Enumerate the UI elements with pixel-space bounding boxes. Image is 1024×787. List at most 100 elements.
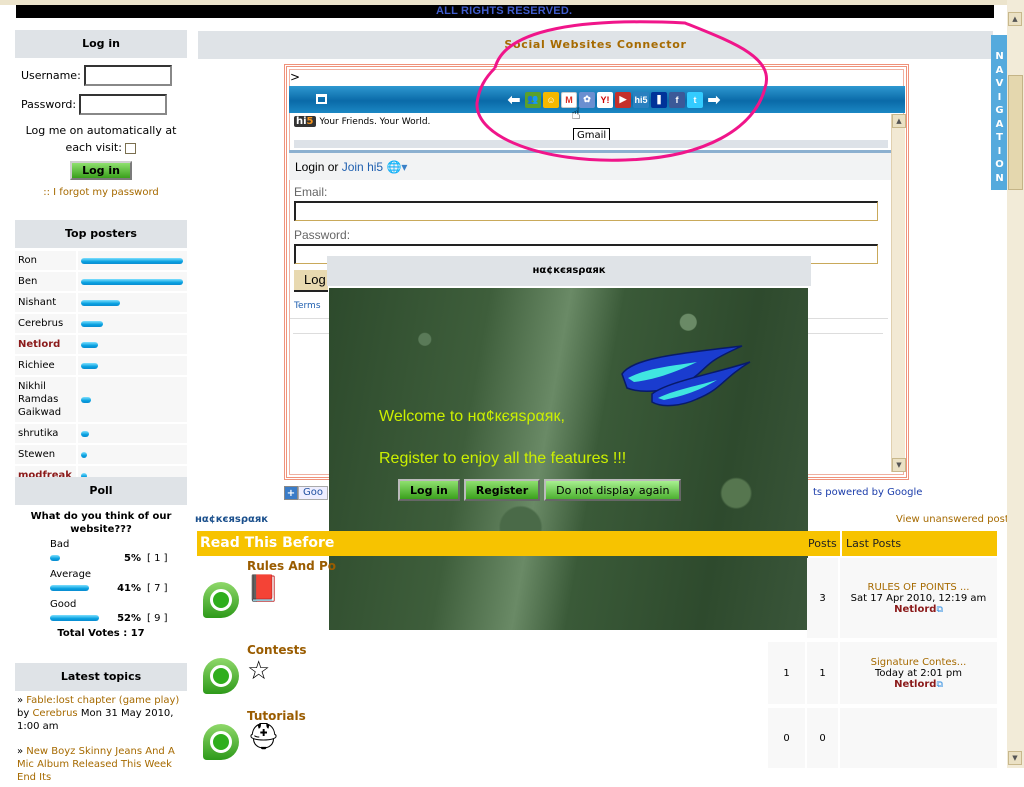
poster-bar: [81, 430, 89, 437]
popup-login-button[interactable]: Log in: [398, 479, 460, 501]
poster-bar: [81, 396, 91, 403]
nav-letter: N: [995, 51, 1004, 62]
password-input[interactable]: [79, 94, 168, 115]
goto-post-icon[interactable]: ⧉: [936, 605, 942, 615]
nav-letter: G: [995, 105, 1004, 116]
goto-post-icon[interactable]: ⧉: [936, 680, 942, 690]
nav-letter: A: [995, 118, 1004, 130]
forum-site-name[interactable]: нα¢кєяѕραяк: [195, 514, 268, 525]
poster-name[interactable]: Cerebrus: [15, 314, 76, 333]
topic-link[interactable]: Fable:lost chapter (game play): [26, 695, 179, 706]
minimize-icon[interactable]: [316, 94, 327, 104]
page-scrollbar[interactable]: ▲ ▼: [1007, 0, 1024, 768]
login-button[interactable]: Log in: [70, 161, 132, 180]
poll-bar: [50, 585, 89, 591]
view-unanswered-link[interactable]: View unanswered posts: [896, 514, 1014, 525]
poster-name[interactable]: Netlord: [15, 335, 76, 354]
powered-by-google[interactable]: ts powered by Google: [813, 487, 922, 498]
forum-status-icon: [203, 582, 239, 618]
poll-option-label: Good: [50, 599, 77, 610]
last-post-title[interactable]: RULES OF POINTS ...: [840, 582, 997, 593]
topics-count: 1: [768, 642, 805, 704]
poll-panel: Poll What do you think of our website???…: [15, 477, 187, 639]
last-posts-column-header: Last Posts: [840, 531, 997, 556]
username-input[interactable]: [83, 65, 172, 86]
do-not-display-button[interactable]: Do not display again: [544, 479, 682, 501]
poster-bar-cell: [78, 377, 187, 422]
scroll-down-button[interactable]: ▼: [1008, 751, 1022, 765]
poster-name[interactable]: Ron: [15, 251, 76, 270]
last-post-title[interactable]: Signature Contes...: [840, 657, 997, 668]
rights-text: ALL RIGHTS RESERVED.: [436, 5, 573, 17]
nav-letter: I: [997, 145, 1002, 157]
auto-login-label: Log me on automatically at: [25, 124, 177, 137]
poster-name[interactable]: shrutika: [15, 424, 76, 443]
posts-count-value: 0: [819, 732, 826, 744]
last-post-user[interactable]: Netlord: [894, 679, 936, 690]
poster-name[interactable]: Stewen: [15, 445, 76, 464]
poster-bar: [81, 299, 120, 306]
lifebuoy-icon: ⛑: [247, 722, 281, 752]
poster-bar: [81, 278, 183, 285]
forum-title[interactable]: Tutorials: [247, 709, 306, 723]
topics-count-value: 1: [783, 667, 790, 679]
poster-bar: [81, 451, 87, 458]
hi5-password-label: Password:: [294, 228, 351, 242]
category-title[interactable]: Read This Before: [200, 535, 334, 551]
forgot-password-link[interactable]: :: I forgot my password: [15, 187, 187, 198]
scroll-down-button[interactable]: ▼: [892, 458, 906, 472]
poster-bar-cell: [78, 445, 187, 464]
inner-scrollbar[interactable]: ▲ ▼: [891, 114, 906, 472]
join-hi5-link[interactable]: Join hi5: [342, 160, 383, 174]
prompt-text: >: [290, 70, 301, 84]
hi5-login-text: Login: [295, 160, 325, 174]
popup-register-button[interactable]: Register: [463, 479, 541, 501]
forum-status-icon: [203, 724, 239, 760]
poll-votes: [ 9 ]: [147, 612, 168, 624]
scroll-up-button[interactable]: ▲: [892, 114, 906, 128]
scroll-thumb[interactable]: [1008, 75, 1023, 190]
poll-option-label: Bad: [50, 539, 70, 550]
poster-bar-cell: [78, 424, 187, 443]
poster-row: shrutika: [15, 424, 187, 445]
nav-letter: T: [996, 132, 1003, 143]
topic-item: » Fable:lost chapter (game play) by Cere…: [15, 691, 187, 736]
poll-total-votes: Total Votes : 17: [57, 628, 145, 639]
terms-link[interactable]: Terms: [294, 301, 321, 311]
topic-author-link[interactable]: Cerebrus: [32, 708, 77, 719]
poll-percent: 5%: [124, 552, 141, 564]
forum-status-icon: [203, 658, 239, 694]
poll-result: 52% [ 9 ]: [15, 610, 187, 626]
scroll-up-button[interactable]: ▲: [1008, 12, 1022, 26]
last-post-user[interactable]: Netlord: [894, 604, 936, 615]
poster-name[interactable]: Ben: [15, 272, 76, 291]
poster-row: Ben: [15, 272, 187, 293]
forum-title[interactable]: Rules And Po: [247, 559, 336, 573]
annotation-circle: [475, 20, 768, 162]
google-add-button[interactable]: + Goo: [284, 486, 328, 500]
topic-item: » New Boyz Skinny Jeans And A Mic Album …: [15, 742, 187, 787]
hi5-login-button[interactable]: Log: [294, 270, 328, 292]
poll-percent: 41%: [117, 582, 141, 594]
topic-link[interactable]: New Boyz Skinny Jeans And A Mic Album Re…: [17, 746, 175, 783]
hi5-tagline: Your Friends. Your World.: [319, 116, 431, 127]
login-title: Log in: [15, 30, 187, 58]
poster-name[interactable]: Richiee: [15, 356, 76, 375]
posts-count: 3: [807, 558, 838, 638]
poster-name[interactable]: Nishant: [15, 293, 76, 312]
auto-login-checkbox[interactable]: [125, 142, 137, 154]
poster-name[interactable]: Nikhil Ramdas Gaikwad: [15, 377, 76, 422]
poster-bar-cell: [78, 272, 187, 291]
forum-title[interactable]: Contests: [247, 643, 307, 657]
top-posters-panel: Top posters Ron Ben Nishant Cerebrus Netlord…: [15, 220, 187, 487]
globe-icon[interactable]: 🌐▾: [386, 160, 407, 174]
poster-bar: [81, 320, 103, 327]
poll-option-label: Average: [50, 569, 92, 580]
hi5-email-input[interactable]: [294, 201, 878, 221]
topic-bullet: »: [17, 695, 27, 706]
forum-row: Rules And Po 📕 3 RULES OF POINTS ... Sat 17 …: [197, 556, 997, 638]
last-post-cell: RULES OF POINTS ... Sat 17 Apr 2010, 12:1…: [840, 558, 997, 638]
topic-by: by: [17, 708, 33, 719]
hi5-email-label: Email:: [294, 185, 328, 199]
poster-row: Ron: [15, 251, 187, 272]
